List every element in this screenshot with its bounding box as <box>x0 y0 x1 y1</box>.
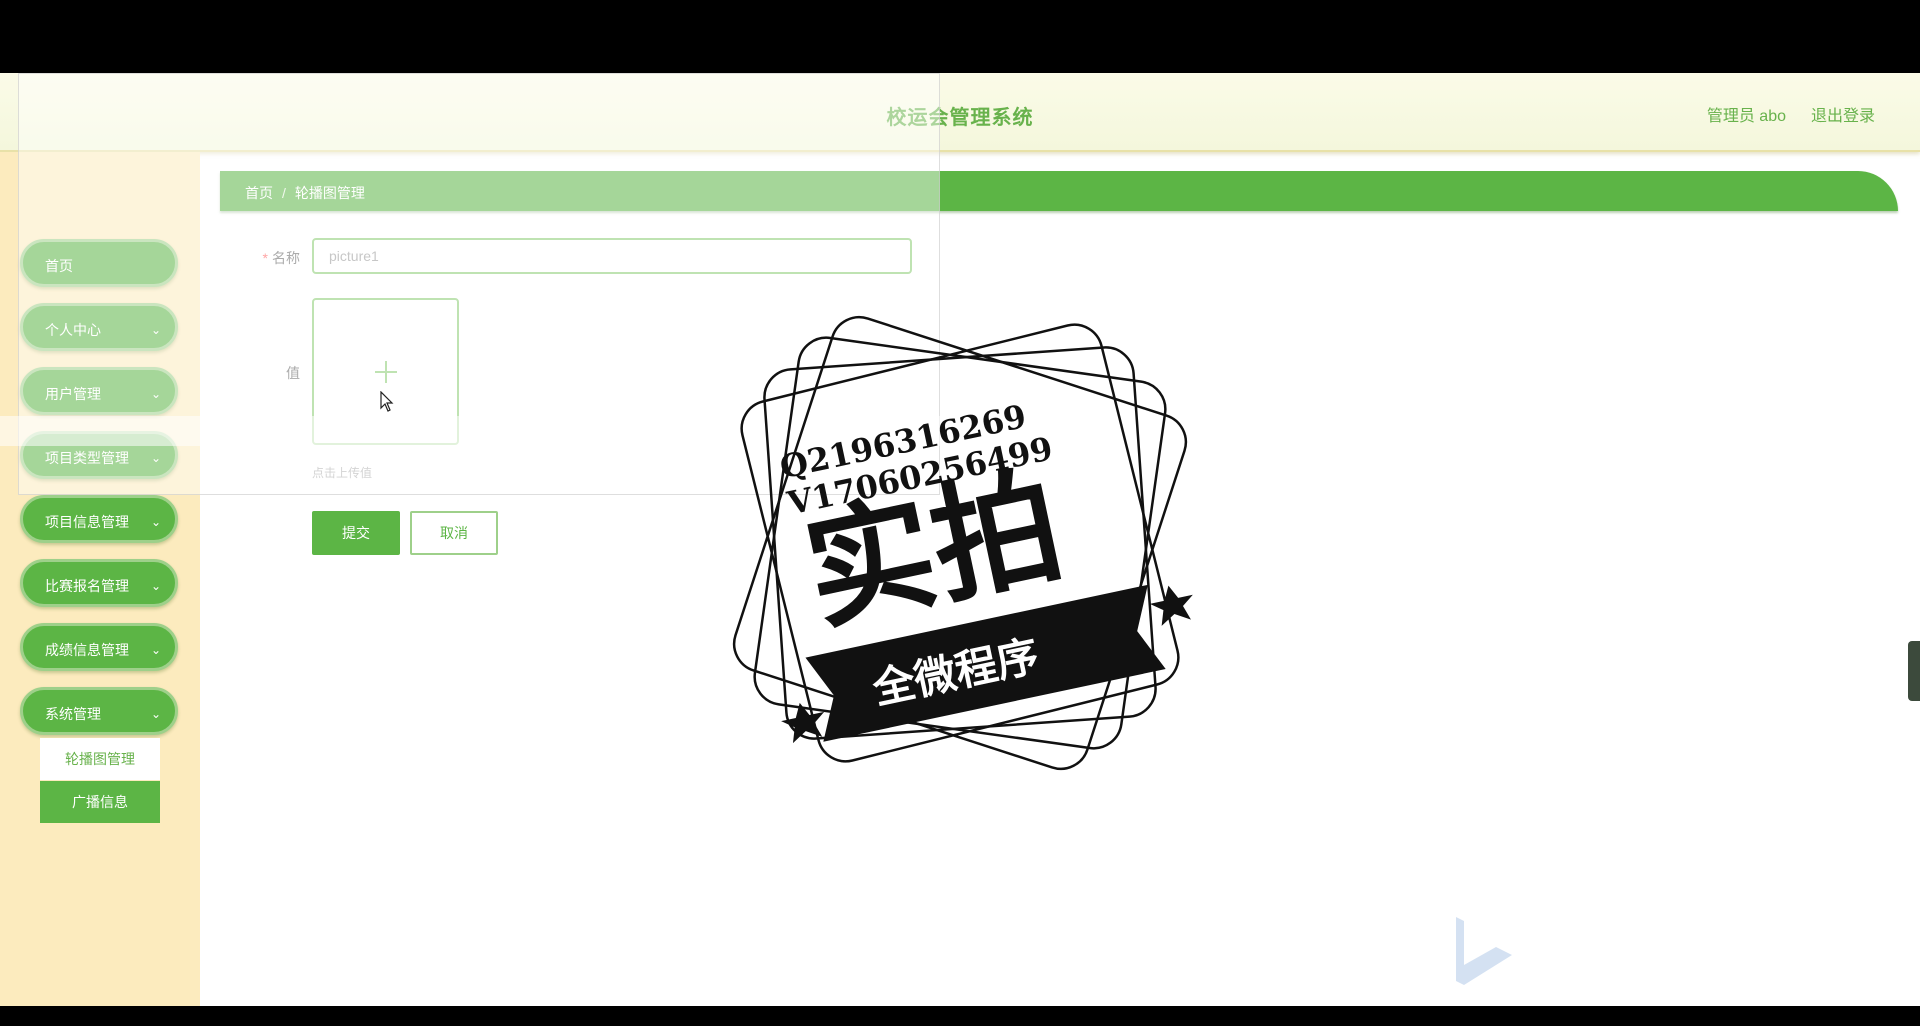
app-title: 校运会管理系统 <box>886 107 1034 129</box>
logout-link[interactable]: 退出登录 <box>1811 102 1875 126</box>
sidebar-item-label: 用户管理 <box>45 386 101 402</box>
sidebar-item-home[interactable]: 首页 <box>20 239 178 287</box>
sidebar-item-label: 项目信息管理 <box>45 514 129 530</box>
chevron-down-icon: ⌄ <box>150 515 161 529</box>
mouse-pointer-icon <box>380 391 394 412</box>
upload-hint: 点击上传值 <box>312 466 373 480</box>
breadcrumb: 首页 / 轮播图管理 <box>245 183 365 203</box>
name-label-text: 名称 <box>272 250 300 266</box>
sidebar-item-system[interactable]: 系统管理 ⌄ <box>20 687 178 735</box>
chevron-down-icon: ⌄ <box>150 579 161 593</box>
sidebar-item-label: 系统管理 <box>45 706 101 722</box>
app-screen: 校运会管理系统 管理员 abo 退出登录 首页 个人中心 ⌄ 用户管理 ⌄ 项目… <box>0 73 1920 1006</box>
user-name: 管理员 abo <box>1706 108 1786 125</box>
required-mark: * <box>262 250 268 266</box>
chevron-down-icon: ⌄ <box>150 387 161 401</box>
sidebar-item-profile[interactable]: 个人中心 ⌄ <box>20 303 178 351</box>
chevron-down-icon: ⌄ <box>150 643 161 657</box>
submenu-item-broadcast[interactable]: 广播信息 <box>40 781 160 823</box>
sidebar-item-project-info[interactable]: 项目信息管理 ⌄ <box>20 495 178 543</box>
name-input[interactable]: picture1 <box>312 238 912 274</box>
breadcrumb-bar: 首页 / 轮播图管理 <box>220 171 1898 211</box>
sidebar-item-label: 个人中心 <box>45 322 101 338</box>
sidebar-item-project-types[interactable]: 项目类型管理 ⌄ <box>20 431 178 479</box>
chevron-down-icon: ⌄ <box>150 707 161 721</box>
edge-handle[interactable] <box>1908 641 1920 701</box>
sidebar-item-label: 比赛报名管理 <box>45 578 129 594</box>
watermark-stamp: Q2196316269 V17060256499 实拍 全微程序 <box>732 315 1193 771</box>
breadcrumb-separator: / <box>282 185 286 201</box>
sidebar-item-label: 首页 <box>45 258 73 274</box>
top-header: 校运会管理系统 管理员 abo 退出登录 <box>0 73 1920 152</box>
name-label: * 名称 <box>220 248 300 268</box>
star-icon <box>1149 585 1193 626</box>
breadcrumb-current: 轮播图管理 <box>294 185 365 201</box>
corner-logo-icon <box>1456 917 1512 985</box>
value-label: 值 <box>286 365 300 381</box>
sidebar-item-registration[interactable]: 比赛报名管理 ⌄ <box>20 559 178 607</box>
sidebar-item-users[interactable]: 用户管理 ⌄ <box>20 367 178 415</box>
chevron-down-icon: ⌄ <box>150 323 161 337</box>
breadcrumb-home[interactable]: 首页 <box>245 185 273 201</box>
sidebar: 首页 个人中心 ⌄ 用户管理 ⌄ 项目类型管理 ⌄ 项目信息管理 ⌄ 比赛报名管… <box>0 152 200 1006</box>
submit-button[interactable]: 提交 <box>312 511 400 555</box>
cancel-button[interactable]: 取消 <box>410 511 498 555</box>
submenu-item-carousel[interactable]: 轮播图管理 <box>40 738 160 780</box>
sidebar-item-scores[interactable]: 成绩信息管理 ⌄ <box>20 623 178 671</box>
plus-icon <box>374 360 397 383</box>
image-uploader[interactable] <box>312 298 459 445</box>
sidebar-item-label: 项目类型管理 <box>45 450 129 466</box>
sidebar-item-label: 成绩信息管理 <box>45 642 129 658</box>
chevron-down-icon: ⌄ <box>150 451 161 465</box>
